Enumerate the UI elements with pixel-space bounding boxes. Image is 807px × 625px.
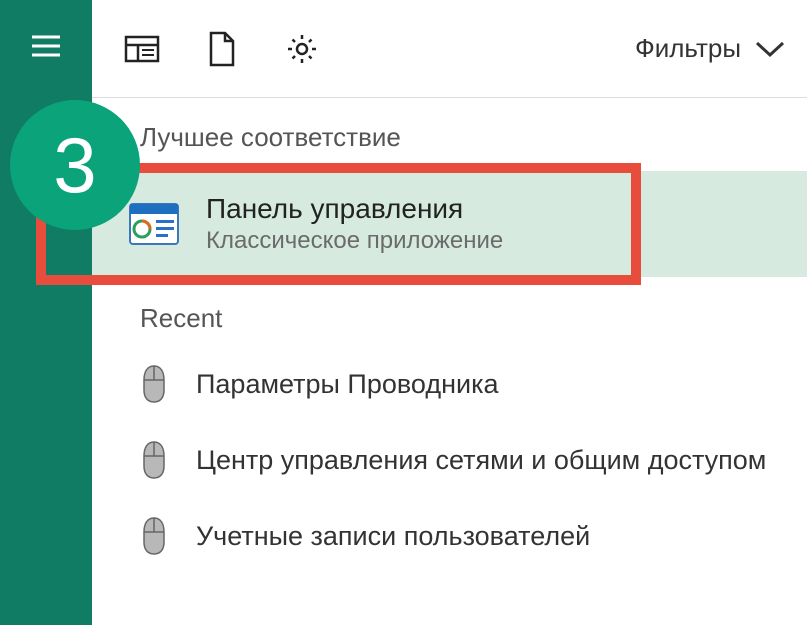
recent-list: Параметры Проводника Центр управления се…	[92, 346, 807, 574]
toolbar: Фильтры	[92, 0, 807, 98]
apps-filter-button[interactable]	[102, 0, 182, 98]
mouse-icon	[140, 516, 168, 556]
chevron-down-icon	[753, 39, 787, 59]
apps-icon	[124, 33, 160, 65]
best-match-header: Лучшее соответствие	[92, 98, 807, 171]
recent-item-label: Центр управления сетями и общим доступом	[196, 442, 766, 478]
step-number-badge: 3	[10, 100, 140, 230]
document-icon	[207, 31, 237, 67]
best-match-text: Панель управления Классическое приложени…	[206, 193, 503, 255]
search-results-window: Фильтры Лучшее соответствие	[0, 0, 807, 625]
control-panel-icon	[128, 198, 180, 250]
recent-item[interactable]: Центр управления сетями и общим доступом	[92, 422, 807, 498]
recent-item[interactable]: Учетные записи пользователей	[92, 498, 807, 574]
recent-item[interactable]: Параметры Проводника	[92, 346, 807, 422]
filters-dropdown[interactable]: Фильтры	[635, 33, 787, 64]
sidebar	[0, 0, 92, 625]
documents-filter-button[interactable]	[182, 0, 262, 98]
recent-item-label: Параметры Проводника	[196, 366, 499, 402]
main-panel: Фильтры Лучшее соответствие	[92, 0, 807, 625]
settings-filter-button[interactable]	[262, 0, 342, 98]
mouse-icon	[140, 440, 168, 480]
hamburger-button[interactable]	[0, 0, 92, 92]
filters-label: Фильтры	[635, 33, 741, 64]
best-match-item[interactable]: Панель управления Классическое приложени…	[92, 171, 807, 277]
mouse-icon	[140, 364, 168, 404]
best-match-subtitle: Классическое приложение	[206, 227, 503, 255]
best-match-title: Панель управления	[206, 193, 503, 225]
recent-item-label: Учетные записи пользователей	[196, 518, 590, 554]
gear-icon	[284, 31, 320, 67]
recent-header: Recent	[92, 277, 807, 346]
hamburger-icon	[28, 28, 64, 64]
toolbar-left	[102, 0, 342, 98]
